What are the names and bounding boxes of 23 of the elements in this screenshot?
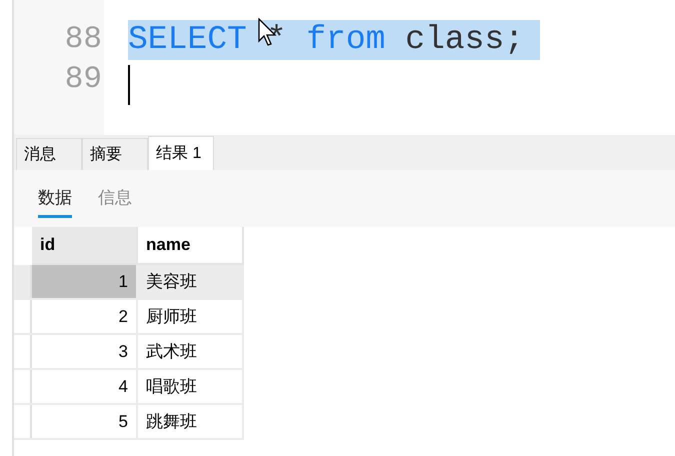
view-tab[interactable]: 数据: [38, 179, 72, 218]
result-tab[interactable]: 消息: [16, 138, 82, 170]
line-number: 89: [64, 61, 103, 99]
table-cell: 跳舞班: [138, 405, 244, 438]
line-number: 88: [64, 21, 103, 59]
table-cell: 5: [32, 405, 138, 438]
result-tab[interactable]: 摘要: [82, 138, 148, 170]
table-row[interactable]: 1 美容班: [14, 265, 244, 300]
table-cell: 1: [32, 265, 138, 298]
table-cell: 4: [32, 370, 138, 403]
table-row[interactable]: 5 跳舞班: [14, 405, 244, 440]
column-header[interactable]: name: [138, 227, 244, 265]
table-cell: 2: [32, 300, 138, 333]
table-row[interactable]: 3 武术班: [14, 335, 244, 370]
table-cell: 3: [32, 335, 138, 368]
table-cell: 唱歌班: [138, 370, 244, 403]
table-cell: 厨师班: [138, 300, 244, 333]
result-tab[interactable]: 结果 1: [148, 136, 214, 170]
table-cell: 武术班: [138, 335, 244, 368]
column-header[interactable]: id: [32, 227, 138, 265]
table-row[interactable]: 4 唱歌班: [14, 370, 244, 405]
table-row[interactable]: 2 厨师班: [14, 300, 244, 335]
table-cell: 美容班: [138, 265, 244, 298]
